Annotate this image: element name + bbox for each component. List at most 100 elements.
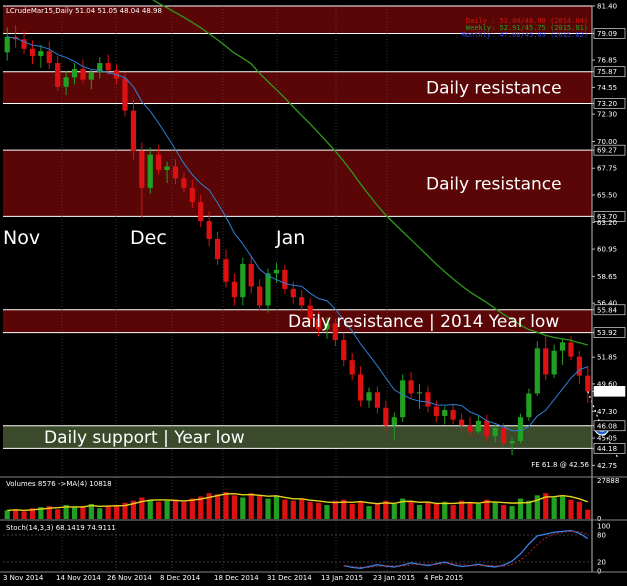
price-tick-label: 75.87 <box>597 68 617 76</box>
date-tick-label: 8 Dec 2014 <box>160 574 201 582</box>
stoch-tick-label: 80 <box>597 532 606 540</box>
date-tick-label: 14 Nov 2014 <box>56 574 101 582</box>
volume-bar <box>97 508 103 519</box>
volume-tick-label: 27888 <box>597 477 619 485</box>
date-tick-label: 18 Dec 2014 <box>214 574 259 582</box>
volume-bar <box>416 505 423 519</box>
zone-label: Daily resistance <box>426 174 562 194</box>
volume-bar <box>526 500 532 519</box>
price-tick-label: 73.20 <box>597 100 617 108</box>
volume-bar <box>315 502 322 519</box>
volume-bar <box>189 498 195 519</box>
candle-body <box>38 51 44 56</box>
zone-label: Daily support | Year low <box>44 428 245 448</box>
candle-body <box>240 263 246 298</box>
volume-bar <box>551 497 557 519</box>
volume-bar <box>349 503 355 519</box>
candle-body <box>122 78 128 111</box>
candle-body <box>282 269 288 289</box>
price-tick-label: 42.75 <box>597 462 617 470</box>
volume-bar <box>568 499 574 519</box>
volume-bar <box>273 496 280 519</box>
price-chart: Daily resistance Daily resistance Daily re… <box>0 0 627 586</box>
price-tick-label: 47.30 <box>597 408 617 416</box>
volume-bar <box>585 509 591 519</box>
volume-bar <box>559 496 566 519</box>
price-tick-label: 69.27 <box>597 147 617 155</box>
volume-bar <box>223 492 229 519</box>
candle-body <box>475 420 482 432</box>
candle-body <box>206 221 212 239</box>
volume-bar <box>509 506 515 519</box>
volume-bar <box>450 505 456 519</box>
date-tick-label: 13 Jan 2015 <box>321 574 363 582</box>
candle-body <box>458 419 465 426</box>
volume-bar <box>164 500 170 519</box>
candle-body <box>63 77 69 87</box>
volume-bar <box>13 509 19 519</box>
volume-bar <box>475 503 482 519</box>
price-tick-label: 48.98 <box>597 388 617 396</box>
candle-body <box>71 68 78 78</box>
price-tick-label: 60.95 <box>597 246 617 254</box>
date-tick-label: 31 Dec 2014 <box>267 574 312 582</box>
price-tick-label: 63.20 <box>597 219 617 227</box>
candle-body <box>484 420 490 437</box>
date-tick-label: 26 Nov 2014 <box>107 574 152 582</box>
candle-body <box>416 392 423 394</box>
price-tick-label: 44.18 <box>597 445 617 453</box>
volume-bar <box>4 510 10 519</box>
price-tick-label: 45.05 <box>597 435 617 443</box>
volume-title: Volumes 8576 ->MA(4) 10818 <box>6 480 112 488</box>
price-tick-label: 70.00 <box>597 138 617 146</box>
stoch-title: Stoch(14,3,3) 68.1419 74.9111 <box>6 524 116 532</box>
candle-body <box>341 339 347 361</box>
candle-body <box>383 407 389 426</box>
candle-body <box>374 392 381 408</box>
volume-bar <box>147 499 153 519</box>
volume-bar <box>231 495 238 519</box>
window-title: LCrudeMar15,Daily 51.04 51.05 48.04 48.9… <box>6 7 162 15</box>
candle-body <box>164 166 170 171</box>
zone-label: Daily resistance <box>426 79 562 99</box>
volume-bar <box>282 499 288 519</box>
candle-body <box>576 356 582 376</box>
candle-body <box>223 259 229 282</box>
volume-bar <box>172 499 179 519</box>
volume-bar <box>248 493 254 519</box>
candle-body <box>214 238 221 260</box>
candle-body <box>433 406 439 417</box>
fe-label: FE 61.8 @ 42.56 <box>531 461 589 469</box>
candle-body <box>130 110 137 151</box>
volume-bar <box>214 494 221 519</box>
candle-body <box>509 441 515 444</box>
zone-label: Daily resistance | 2014 Year low <box>288 312 559 332</box>
candle-body <box>425 392 431 407</box>
month-label: Dec <box>130 227 167 249</box>
volume-bar <box>307 501 313 519</box>
candle-body <box>467 425 473 432</box>
candle-body <box>357 374 364 401</box>
candle-body <box>189 187 195 203</box>
candle-body <box>172 166 179 179</box>
candle-body <box>55 63 61 87</box>
volume-bar <box>290 500 296 519</box>
volume-bar <box>113 505 120 519</box>
price-tick-label: 51.85 <box>597 354 617 362</box>
date-tick-label: 3 Nov 2014 <box>3 574 44 582</box>
candle-body <box>299 297 305 306</box>
volume-bar <box>501 505 507 519</box>
price-tick-label: 53.92 <box>597 329 617 337</box>
volume-bar <box>391 503 397 519</box>
volume-bar <box>156 501 162 519</box>
volume-bar <box>21 511 27 519</box>
price-tick-label: 76.85 <box>597 57 617 65</box>
candle-body <box>526 393 532 418</box>
volume-bar <box>366 506 372 519</box>
candle-body <box>391 417 397 426</box>
price-tick-label: 58.65 <box>597 273 617 281</box>
candle-body <box>156 154 162 171</box>
volume-bar <box>408 501 414 519</box>
price-tick-label: 67.75 <box>597 165 617 173</box>
volume-bar <box>181 501 187 519</box>
